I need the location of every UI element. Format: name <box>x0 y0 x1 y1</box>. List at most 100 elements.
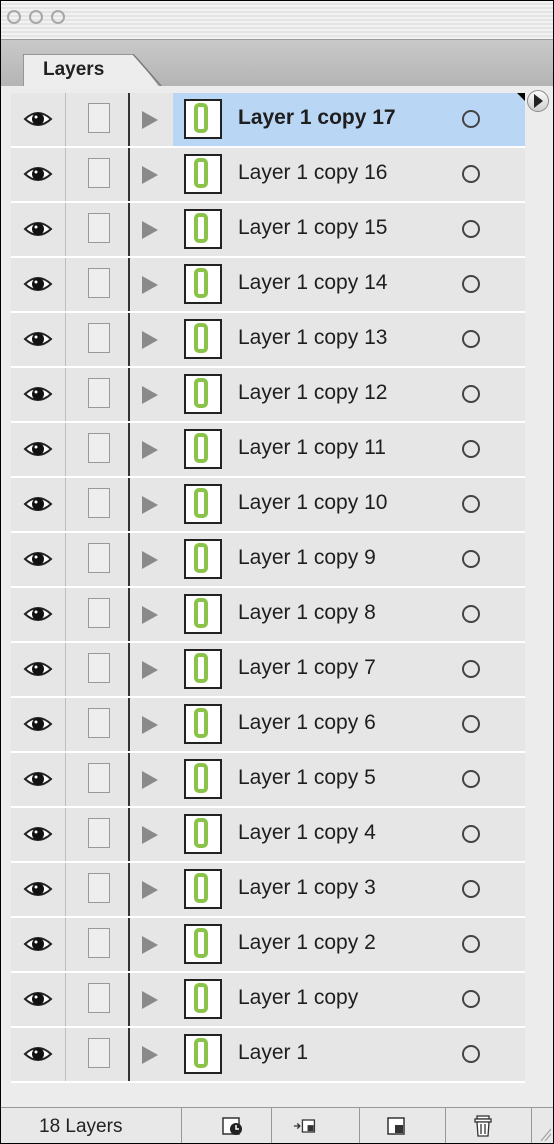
visibility-cell[interactable] <box>11 203 66 256</box>
link-checkbox[interactable] <box>88 928 110 958</box>
layer-target-circle-icon[interactable] <box>462 605 480 623</box>
layer-target-circle-icon[interactable] <box>462 880 480 898</box>
visibility-cell[interactable] <box>11 863 66 916</box>
layer-row[interactable]: Layer 1 copy 14 <box>11 258 525 313</box>
link-checkbox[interactable] <box>88 213 110 243</box>
eye-icon[interactable] <box>23 438 53 460</box>
link-cell[interactable] <box>66 258 130 311</box>
layer-content[interactable]: Layer 1 copy 16 <box>130 148 525 201</box>
link-checkbox[interactable] <box>88 598 110 628</box>
eye-icon[interactable] <box>23 988 53 1010</box>
layer-name[interactable]: Layer 1 copy 8 <box>238 601 376 625</box>
eye-icon[interactable] <box>23 548 53 570</box>
layer-content[interactable]: Layer 1 copy 4 <box>130 808 525 861</box>
layer-target-circle-icon[interactable] <box>462 550 480 568</box>
layer-row[interactable]: Layer 1 copy 4 <box>11 808 525 863</box>
link-checkbox[interactable] <box>88 543 110 573</box>
layer-content[interactable]: Layer 1 copy 5 <box>130 753 525 806</box>
layer-name[interactable]: Layer 1 copy 6 <box>238 711 376 735</box>
layer-content[interactable]: Layer 1 copy 6 <box>130 698 525 751</box>
layer-row[interactable]: Layer 1 copy 7 <box>11 643 525 698</box>
new-layer-icon[interactable] <box>385 1114 409 1138</box>
visibility-cell[interactable] <box>11 368 66 421</box>
layer-row[interactable]: Layer 1 copy 2 <box>11 918 525 973</box>
layer-target-circle-icon[interactable] <box>462 825 480 843</box>
layer-row[interactable]: Layer 1 copy 16 <box>11 148 525 203</box>
link-checkbox[interactable] <box>88 983 110 1013</box>
layer-name[interactable]: Layer 1 copy 5 <box>238 766 376 790</box>
layer-target-circle-icon[interactable] <box>462 715 480 733</box>
eye-icon[interactable] <box>23 328 53 350</box>
layer-name[interactable]: Layer 1 <box>238 1041 308 1065</box>
layer-target-circle-icon[interactable] <box>462 660 480 678</box>
layer-row[interactable]: Layer 1 copy 15 <box>11 203 525 258</box>
visibility-cell[interactable] <box>11 973 66 1026</box>
layer-content[interactable]: Layer 1 copy 7 <box>130 643 525 696</box>
layer-row[interactable]: Layer 1 <box>11 1028 525 1083</box>
link-checkbox[interactable] <box>88 378 110 408</box>
link-cell[interactable] <box>66 643 130 696</box>
layer-target-circle-icon[interactable] <box>462 990 480 1008</box>
link-cell[interactable] <box>66 1028 130 1081</box>
layer-content[interactable]: Layer 1 copy 17 <box>173 93 525 146</box>
layer-name[interactable]: Layer 1 copy 17 <box>238 106 396 130</box>
link-cell[interactable] <box>66 808 130 861</box>
layer-target-circle-icon[interactable] <box>462 220 480 238</box>
eye-icon[interactable] <box>23 1043 53 1065</box>
visibility-cell[interactable] <box>11 643 66 696</box>
layer-name[interactable]: Layer 1 copy 9 <box>238 546 376 570</box>
eye-icon[interactable] <box>23 878 53 900</box>
layer-content[interactable]: Layer 1 copy 13 <box>130 313 525 366</box>
layer-target-circle-icon[interactable] <box>462 495 480 513</box>
layer-content[interactable]: Layer 1 copy 11 <box>130 423 525 476</box>
link-checkbox[interactable] <box>88 268 110 298</box>
layer-target-circle-icon[interactable] <box>462 275 480 293</box>
layer-content[interactable]: Layer 1 copy 8 <box>130 588 525 641</box>
layer-row[interactable]: Layer 1 copy 10 <box>11 478 525 533</box>
link-checkbox[interactable] <box>88 103 110 133</box>
link-cell[interactable] <box>66 368 130 421</box>
layer-name[interactable]: Layer 1 copy <box>238 986 358 1010</box>
link-cell[interactable] <box>66 918 130 971</box>
close-window-button[interactable] <box>7 10 21 24</box>
link-cell[interactable] <box>66 588 130 641</box>
zoom-window-button[interactable] <box>51 10 65 24</box>
visibility-cell[interactable] <box>11 313 66 366</box>
eye-icon[interactable] <box>23 823 53 845</box>
layer-content[interactable]: Layer 1 copy 10 <box>130 478 525 531</box>
minimize-window-button[interactable] <box>29 10 43 24</box>
visibility-cell[interactable] <box>11 533 66 586</box>
eye-icon[interactable] <box>23 658 53 680</box>
layer-content[interactable]: Layer 1 copy 2 <box>130 918 525 971</box>
layer-row[interactable]: Layer 1 copy 8 <box>11 588 525 643</box>
link-cell[interactable] <box>66 423 130 476</box>
link-checkbox[interactable] <box>88 653 110 683</box>
layer-row[interactable]: Layer 1 copy 3 <box>11 863 525 918</box>
link-checkbox[interactable] <box>88 708 110 738</box>
link-checkbox[interactable] <box>88 873 110 903</box>
layer-target-circle-icon[interactable] <box>462 440 480 458</box>
resize-grip-icon[interactable] <box>539 1121 551 1141</box>
visibility-cell[interactable] <box>11 93 66 146</box>
link-checkbox[interactable] <box>88 433 110 463</box>
layer-name[interactable]: Layer 1 copy 11 <box>238 436 386 460</box>
layer-target-circle-icon[interactable] <box>462 165 480 183</box>
layer-name[interactable]: Layer 1 copy 14 <box>238 271 387 295</box>
link-cell[interactable] <box>66 478 130 531</box>
layer-content[interactable]: Layer 1 copy 3 <box>130 863 525 916</box>
title-bar[interactable] <box>1 1 553 39</box>
new-group-from-layers-icon[interactable] <box>221 1114 245 1138</box>
layer-target-circle-icon[interactable] <box>462 110 480 128</box>
link-cell[interactable] <box>66 863 130 916</box>
eye-icon[interactable] <box>23 108 53 130</box>
layer-name[interactable]: Layer 1 copy 12 <box>238 381 387 405</box>
visibility-cell[interactable] <box>11 478 66 531</box>
layer-name[interactable]: Layer 1 copy 13 <box>238 326 387 350</box>
layer-content[interactable]: Layer 1 copy 9 <box>130 533 525 586</box>
link-cell[interactable] <box>66 203 130 256</box>
link-checkbox[interactable] <box>88 323 110 353</box>
visibility-cell[interactable] <box>11 753 66 806</box>
layer-row[interactable]: Layer 1 copy 12 <box>11 368 525 423</box>
link-cell[interactable] <box>66 148 130 201</box>
eye-icon[interactable] <box>23 603 53 625</box>
